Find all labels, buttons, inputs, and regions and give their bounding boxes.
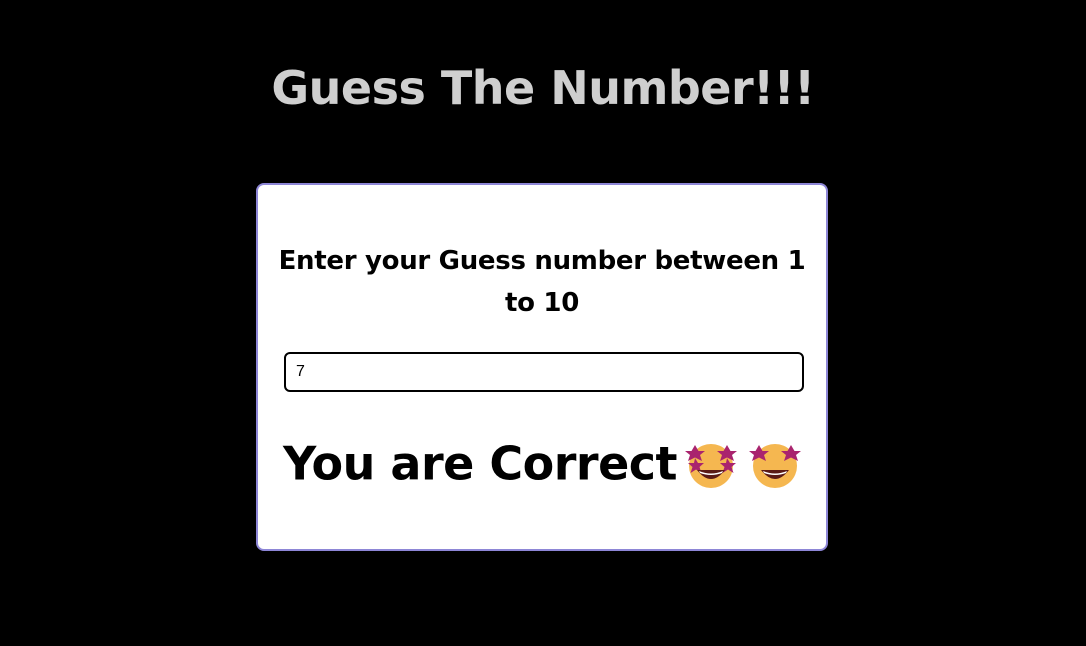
game-card: Enter your Guess number between 1 to 10 … (256, 183, 828, 551)
guess-input[interactable] (284, 352, 804, 392)
star-struck-emoji-icon (749, 443, 802, 488)
page-title: Guess The Number!!! (271, 61, 815, 115)
result-message: You are Correct (258, 429, 826, 495)
result-text: You are Correct (282, 436, 678, 491)
star-struck-emoji-icon (685, 443, 738, 488)
page: Guess The Number!!! Enter your Guess num… (0, 0, 1086, 646)
guess-prompt: Enter your Guess number between 1 to 10 (278, 246, 806, 318)
